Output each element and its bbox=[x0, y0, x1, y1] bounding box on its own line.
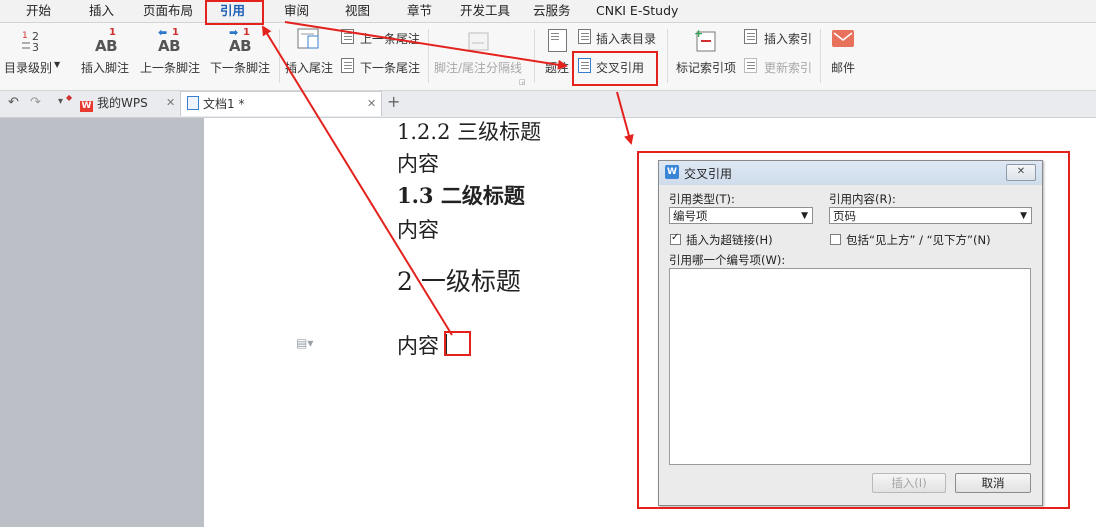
tab-view[interactable]: 视图 bbox=[345, 0, 370, 22]
annotation-box-cursor bbox=[444, 331, 471, 356]
table-of-figures-icon bbox=[578, 29, 591, 44]
tab-review[interactable]: 审阅 bbox=[284, 0, 309, 22]
next-number-icon: 1 bbox=[243, 27, 250, 38]
close-tab-icon[interactable]: ✕ bbox=[166, 91, 175, 115]
toc-level-label: 目录级别 bbox=[4, 61, 53, 75]
wps-logo-icon: W bbox=[80, 101, 93, 112]
ribbon-divider bbox=[667, 29, 668, 83]
mail-button[interactable]: 邮件 bbox=[824, 23, 862, 89]
paragraph-content: 内容 bbox=[397, 334, 439, 358]
document-icon bbox=[187, 96, 199, 110]
annotation-box-dialog bbox=[637, 151, 1070, 509]
toc-level-icon: 1 2 3 bbox=[22, 30, 39, 53]
separator-line-button[interactable]: 脚注/尾注分隔线 bbox=[430, 23, 526, 89]
prev-endnote-icon bbox=[341, 29, 354, 44]
document-tab-strip: ↶ ↷ ▾ ◆ W 我的WPS ✕ 文档1 * ✕ + bbox=[0, 91, 1096, 118]
prev-number-icon: 1 bbox=[172, 27, 179, 38]
next-footnote-label: 下一条脚注 bbox=[210, 61, 271, 75]
update-index-button[interactable]: 更新索引 bbox=[744, 58, 813, 76]
caption-label: 题注 bbox=[545, 61, 570, 75]
paragraph-marker-icon[interactable]: ▤▾ bbox=[296, 336, 313, 350]
next-footnote-button[interactable]: ➡ AB 1 下一条脚注 bbox=[207, 23, 273, 89]
footnote-number-icon: 1 bbox=[109, 27, 116, 38]
footnote-ab-icon: AB bbox=[95, 37, 118, 55]
heading-1-3-number: 1.3 bbox=[397, 183, 434, 208]
menu-bar: 开始 插入 页面布局 引用 审阅 视图 章节 开发工具 云服务 CNKI E-S… bbox=[0, 0, 1096, 23]
caption-icon bbox=[548, 29, 567, 52]
tab-section[interactable]: 章节 bbox=[407, 0, 432, 22]
notification-dot-icon: ◆ bbox=[66, 93, 73, 102]
next-endnote-label: 下一条尾注 bbox=[360, 61, 421, 75]
prev-endnote-button[interactable]: 上一条尾注 bbox=[341, 29, 421, 47]
tab-my-wps[interactable]: W 我的WPS ✕ bbox=[80, 91, 178, 115]
redo-icon[interactable]: ↷ bbox=[30, 95, 41, 110]
ribbon-divider bbox=[534, 29, 535, 83]
paragraph-content: 内容 bbox=[397, 152, 439, 176]
update-index-icon bbox=[744, 58, 757, 73]
ribbon-divider bbox=[820, 29, 821, 83]
endnote-icon bbox=[297, 28, 319, 49]
insert-endnote-label: 插入尾注 bbox=[285, 61, 334, 75]
insert-footnote-label: 插入脚注 bbox=[81, 61, 130, 75]
paragraph-content: 内容 bbox=[397, 218, 439, 242]
prev-ab-icon: AB bbox=[158, 37, 181, 55]
separator-line-label: 脚注/尾注分隔线 bbox=[434, 61, 523, 75]
insert-index-label: 插入索引 bbox=[764, 32, 813, 46]
tab-start[interactable]: 开始 bbox=[26, 0, 51, 22]
insert-index-button[interactable]: 插入索引 bbox=[744, 29, 813, 47]
tab-cloud[interactable]: 云服务 bbox=[533, 0, 571, 22]
next-endnote-button[interactable]: 下一条尾注 bbox=[341, 58, 421, 76]
prev-footnote-button[interactable]: ⬅ AB 1 上一条脚注 bbox=[138, 23, 204, 89]
undo-icon[interactable]: ↶ bbox=[8, 95, 19, 110]
tab-developer[interactable]: 开发工具 bbox=[460, 0, 510, 22]
tab-insert[interactable]: 插入 bbox=[89, 0, 114, 22]
insert-endnote-button[interactable]: 插入尾注 bbox=[283, 23, 335, 89]
next-ab-icon: AB bbox=[229, 37, 252, 55]
mark-index-entry-button[interactable]: + 标记索引项 bbox=[672, 23, 740, 89]
close-tab-icon[interactable]: ✕ bbox=[367, 92, 376, 116]
chevron-down-icon: ▼ bbox=[54, 60, 61, 69]
insert-table-of-figures-button[interactable]: 插入表目录 bbox=[578, 29, 657, 47]
heading-1-3-title: 二级标题 bbox=[440, 183, 525, 208]
toc-level-button[interactable]: 1 2 3 目录级别 ▼ bbox=[0, 23, 68, 89]
mail-icon bbox=[832, 30, 854, 47]
separator-line-icon bbox=[468, 32, 489, 51]
ribbon-divider bbox=[279, 29, 280, 83]
mark-index-icon: + bbox=[694, 28, 716, 52]
ribbon: 1 2 3 目录级别 ▼ AB 1 插入脚注 ⬅ AB 1 上一条脚注 ➡ AB… bbox=[0, 23, 1096, 91]
prev-endnote-label: 上一条尾注 bbox=[360, 32, 421, 46]
insert-index-icon bbox=[744, 29, 757, 44]
annotation-box-references-tab bbox=[205, 0, 264, 25]
insert-table-of-figures-label: 插入表目录 bbox=[596, 32, 657, 46]
heading-1-2-2: 1.2.2 三级标题 bbox=[397, 120, 542, 144]
caption-button[interactable]: 题注 bbox=[540, 23, 574, 89]
annotation-box-cross-reference bbox=[572, 51, 658, 86]
tab-my-wps-label: 我的WPS bbox=[97, 96, 148, 110]
prev-footnote-label: 上一条脚注 bbox=[140, 61, 201, 75]
svg-text:+: + bbox=[694, 28, 703, 40]
dialog-launcher-icon[interactable]: ◲ bbox=[519, 78, 526, 86]
page-margin-area bbox=[0, 118, 204, 527]
heading-2: 2 一级标题 bbox=[397, 267, 521, 296]
heading-1-3: 1.3 二级标题 bbox=[397, 180, 525, 210]
tab-document1-label: 文档1 * bbox=[203, 97, 245, 111]
update-index-label: 更新索引 bbox=[764, 61, 813, 75]
svg-text:3: 3 bbox=[32, 41, 39, 53]
next-endnote-icon bbox=[341, 58, 354, 73]
mark-index-entry-label: 标记索引项 bbox=[676, 61, 737, 75]
mail-label: 邮件 bbox=[831, 61, 856, 75]
tab-cnki[interactable]: CNKI E-Study bbox=[596, 0, 678, 22]
quick-access-dropdown-icon[interactable]: ▾ bbox=[58, 96, 63, 107]
tab-page-layout[interactable]: 页面布局 bbox=[143, 0, 193, 22]
ribbon-divider bbox=[428, 29, 429, 83]
tab-document1[interactable]: 文档1 * ✕ bbox=[180, 91, 382, 116]
svg-text:1: 1 bbox=[22, 31, 28, 41]
new-tab-icon[interactable]: + bbox=[387, 92, 400, 111]
insert-footnote-button[interactable]: AB 1 插入脚注 bbox=[76, 23, 136, 89]
